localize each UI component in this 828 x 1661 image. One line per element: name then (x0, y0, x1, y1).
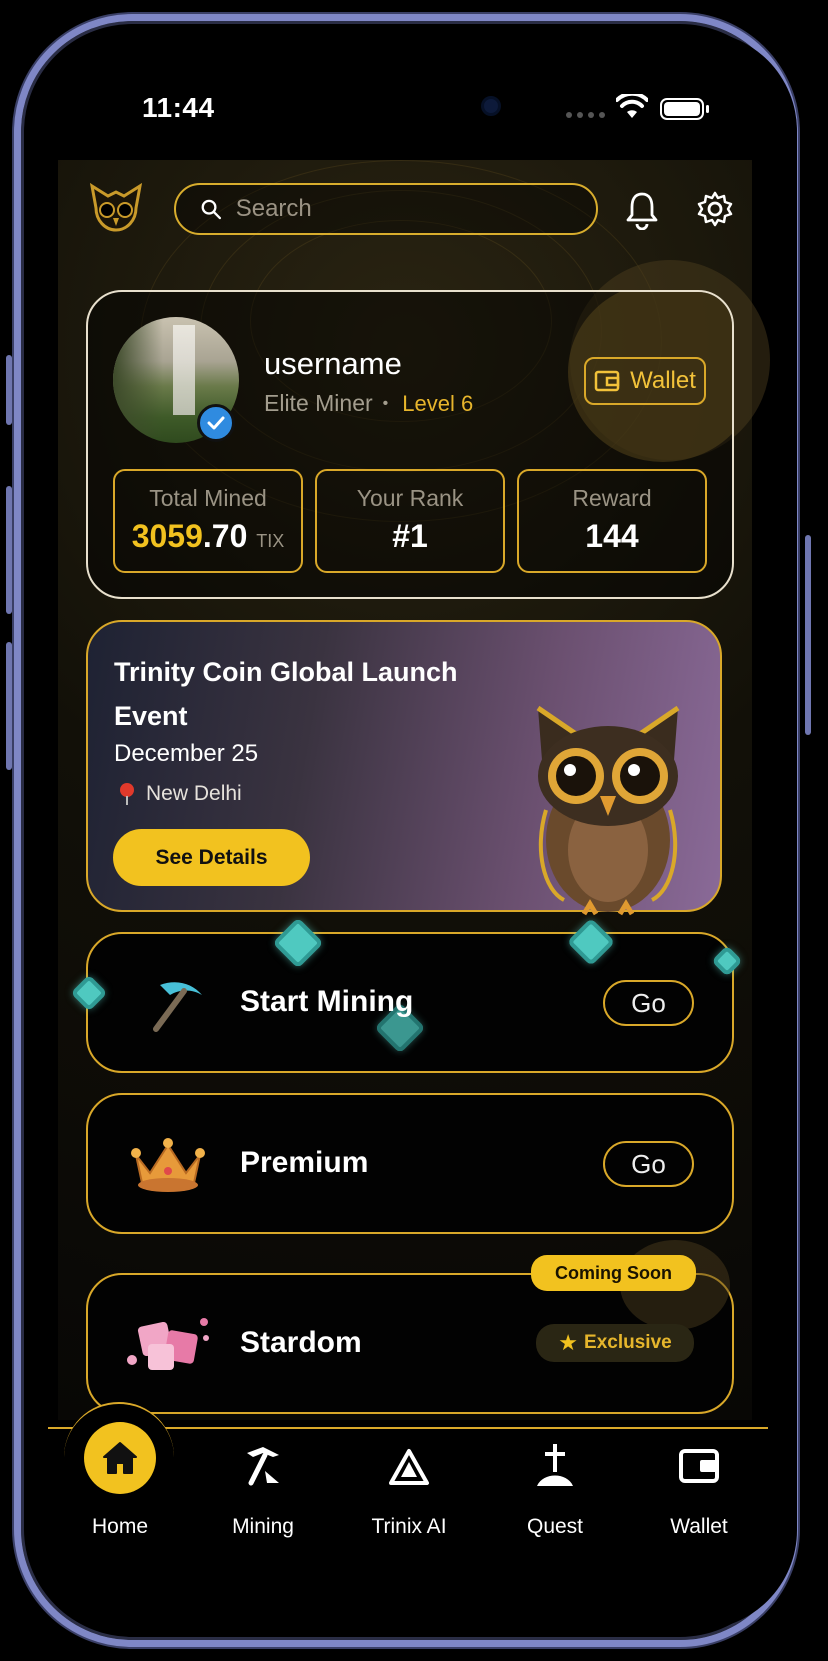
wallet-button[interactable]: Wallet (584, 357, 706, 405)
nav-wallet-label[interactable]: Wallet (634, 1515, 764, 1539)
start-mining-go-button[interactable]: Go (603, 980, 694, 1026)
sword-icon[interactable] (533, 1442, 577, 1488)
nav-trinix-ai-label[interactable]: Trinix AI (344, 1515, 474, 1539)
bell-icon[interactable] (624, 190, 660, 230)
profile-subtitle: Elite Miner • Level 6 (264, 390, 473, 417)
profile-separator: • (382, 394, 389, 412)
event-location: New Delhi (118, 782, 242, 806)
stardom-title: Stardom (240, 1326, 362, 1359)
side-button-volume-up (6, 486, 12, 614)
gear-icon[interactable] (696, 190, 734, 228)
event-date: December 25 (114, 740, 259, 767)
stat-reward-label: Reward (572, 485, 652, 511)
battery-cap (706, 105, 709, 113)
nav-home-button[interactable] (84, 1422, 156, 1494)
side-button-action (6, 355, 12, 425)
signal-icon (566, 112, 605, 118)
side-button-power (805, 535, 811, 735)
stat-total-mined-value: 3059.70 TIX (115, 518, 301, 555)
search-icon (201, 199, 222, 220)
location-pin-icon (120, 783, 134, 805)
status-time: 11:44 (142, 92, 215, 123)
profile-username: username (264, 346, 402, 381)
exclusive-tag-label: Exclusive (584, 1332, 672, 1353)
side-button-volume-down (6, 642, 12, 770)
nav-quest-label[interactable]: Quest (490, 1515, 620, 1539)
owl-logo-icon (89, 182, 143, 232)
start-mining-title: Start Mining (240, 985, 414, 1018)
nav-mining-label[interactable]: Mining (198, 1515, 328, 1539)
profile-role: Elite Miner (264, 390, 373, 416)
see-details-button[interactable]: See Details (113, 829, 310, 886)
triangle-icon[interactable] (388, 1448, 430, 1486)
stat-reward: Reward 144 (517, 469, 707, 573)
puzzle-icon (127, 1318, 209, 1370)
profile-level: Level 6 (402, 390, 474, 416)
crown-icon (131, 1138, 205, 1192)
stat-total-mined-dec: .70 (202, 518, 248, 554)
premium-title: Premium (240, 1146, 369, 1179)
home-icon (103, 1442, 137, 1474)
event-title-line1: Trinity Coin Global Launch (114, 657, 458, 687)
coming-soon-badge: Coming Soon (531, 1255, 696, 1291)
wallet-button-label: Wallet (630, 367, 696, 394)
pickaxe-icon[interactable] (243, 1445, 283, 1487)
front-camera (481, 96, 501, 116)
stat-total-mined-label: Total Mined (149, 485, 267, 511)
wallet-icon[interactable] (678, 1448, 720, 1484)
event-title-line2: Event (114, 701, 188, 731)
star-icon: ★ (558, 1330, 579, 1355)
stat-total-mined-int: 3059 (131, 518, 203, 554)
search-bar[interactable] (174, 183, 598, 235)
battery-icon (660, 98, 704, 120)
owl-mascot-icon (536, 705, 680, 916)
stat-total-mined-unit: TIX (256, 531, 285, 551)
premium-go-button[interactable]: Go (603, 1141, 694, 1187)
wifi-icon (616, 94, 648, 118)
wallet-icon (594, 370, 620, 392)
stat-rank-label: Your Rank (356, 485, 464, 511)
pickaxe-icon (153, 982, 202, 1032)
event-location-label: New Delhi (146, 782, 242, 805)
verified-badge-icon (197, 404, 235, 442)
search-input[interactable] (233, 194, 596, 224)
nav-home-label[interactable]: Home (55, 1515, 185, 1539)
stat-rank: Your Rank #1 (315, 469, 505, 573)
exclusive-tag: ★ Exclusive (536, 1324, 694, 1362)
stat-rank-value: #1 (392, 518, 428, 554)
stat-total-mined: Total Mined 3059.70 TIX (113, 469, 303, 573)
stat-reward-value: 144 (585, 518, 639, 554)
event-title: Trinity Coin Global Launch Event (114, 650, 458, 738)
